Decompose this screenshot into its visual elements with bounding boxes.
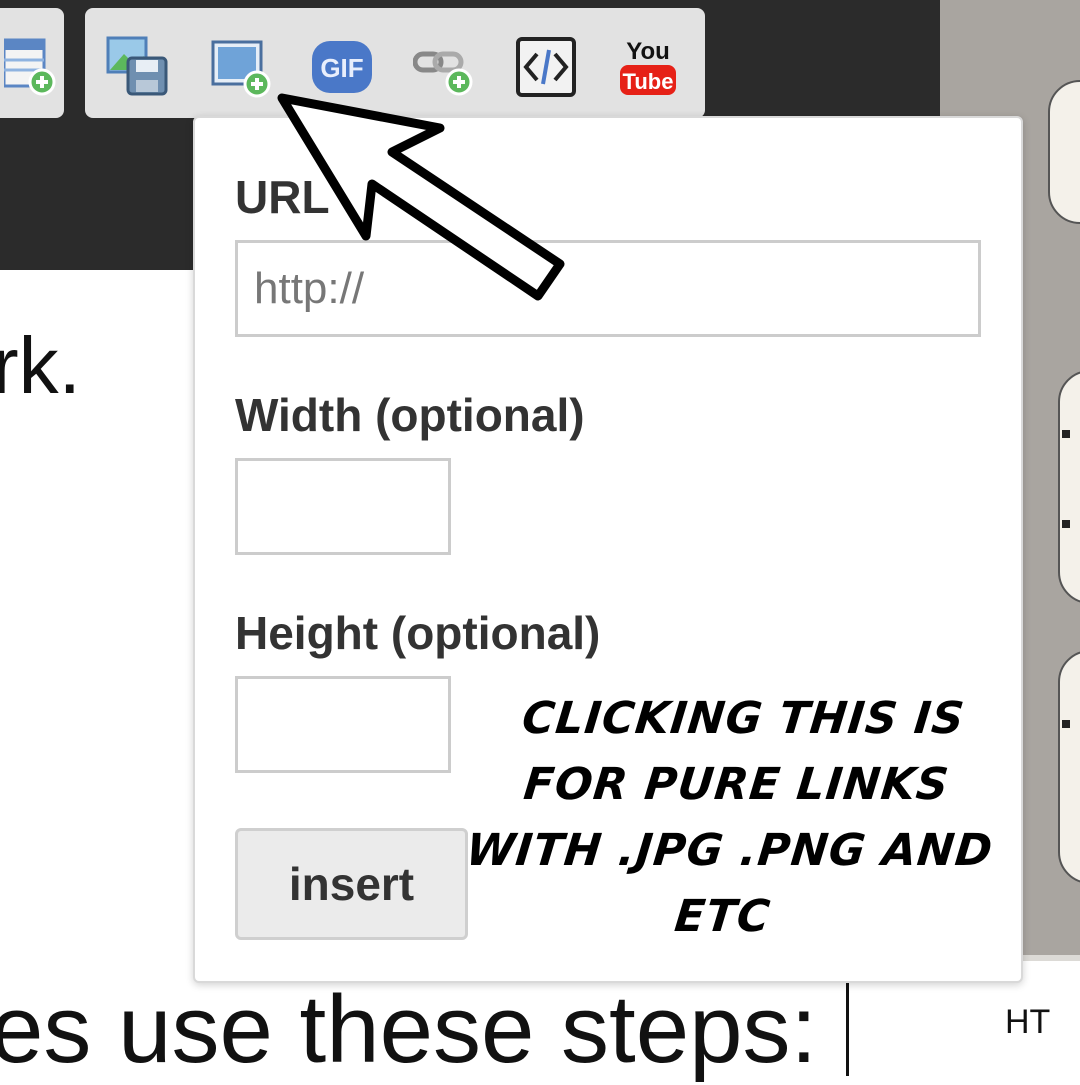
table-add-icon <box>4 38 56 96</box>
image-add-icon <box>211 40 271 98</box>
toolbar: GIF You Tube <box>85 8 705 118</box>
content-text-top: rk. <box>0 321 81 410</box>
youtube-icon: You Tube <box>620 38 676 95</box>
svg-text:GIF: GIF <box>320 53 363 83</box>
toolbar-group-left <box>0 8 64 118</box>
url-label: URL <box>235 171 330 223</box>
height-label: Height (optional) <box>235 607 601 659</box>
side-decoration <box>1058 370 1080 604</box>
insert-image-button[interactable] <box>207 32 273 102</box>
content-text-bottom: es use these steps: <box>0 976 818 1083</box>
insert-image-dialog: URL Width (optional) Height (optional) i… <box>193 116 1023 983</box>
link-add-icon <box>413 51 473 96</box>
table-add-button[interactable] <box>0 32 66 102</box>
gif-icon: GIF <box>312 41 372 93</box>
side-dot <box>1062 430 1070 438</box>
insert-button[interactable]: insert <box>235 828 468 940</box>
width-label: Width (optional) <box>235 389 585 441</box>
insert-link-button[interactable] <box>411 32 477 102</box>
save-image-button[interactable] <box>105 32 171 102</box>
youtube-button[interactable]: You Tube <box>615 32 681 102</box>
annotation-note: CLICKING THIS IS FOR PURE LINKS WITH .JP… <box>463 693 996 942</box>
side-dot <box>1062 520 1070 528</box>
height-input[interactable] <box>235 676 451 773</box>
side-decoration <box>1058 650 1080 884</box>
side-dot <box>1062 720 1070 728</box>
save-image-icon <box>106 36 168 96</box>
text-caret <box>846 983 849 1076</box>
url-input[interactable] <box>235 240 981 337</box>
gif-button[interactable]: GIF <box>309 32 375 102</box>
svg-text:Tube: Tube <box>623 69 674 94</box>
svg-text:You: You <box>626 38 670 65</box>
width-input[interactable] <box>235 458 451 555</box>
side-decoration <box>1048 80 1080 224</box>
embed-code-button[interactable] <box>513 32 579 102</box>
side-panel-text: HT <box>1005 1003 1051 1041</box>
code-embed-icon <box>516 37 576 97</box>
